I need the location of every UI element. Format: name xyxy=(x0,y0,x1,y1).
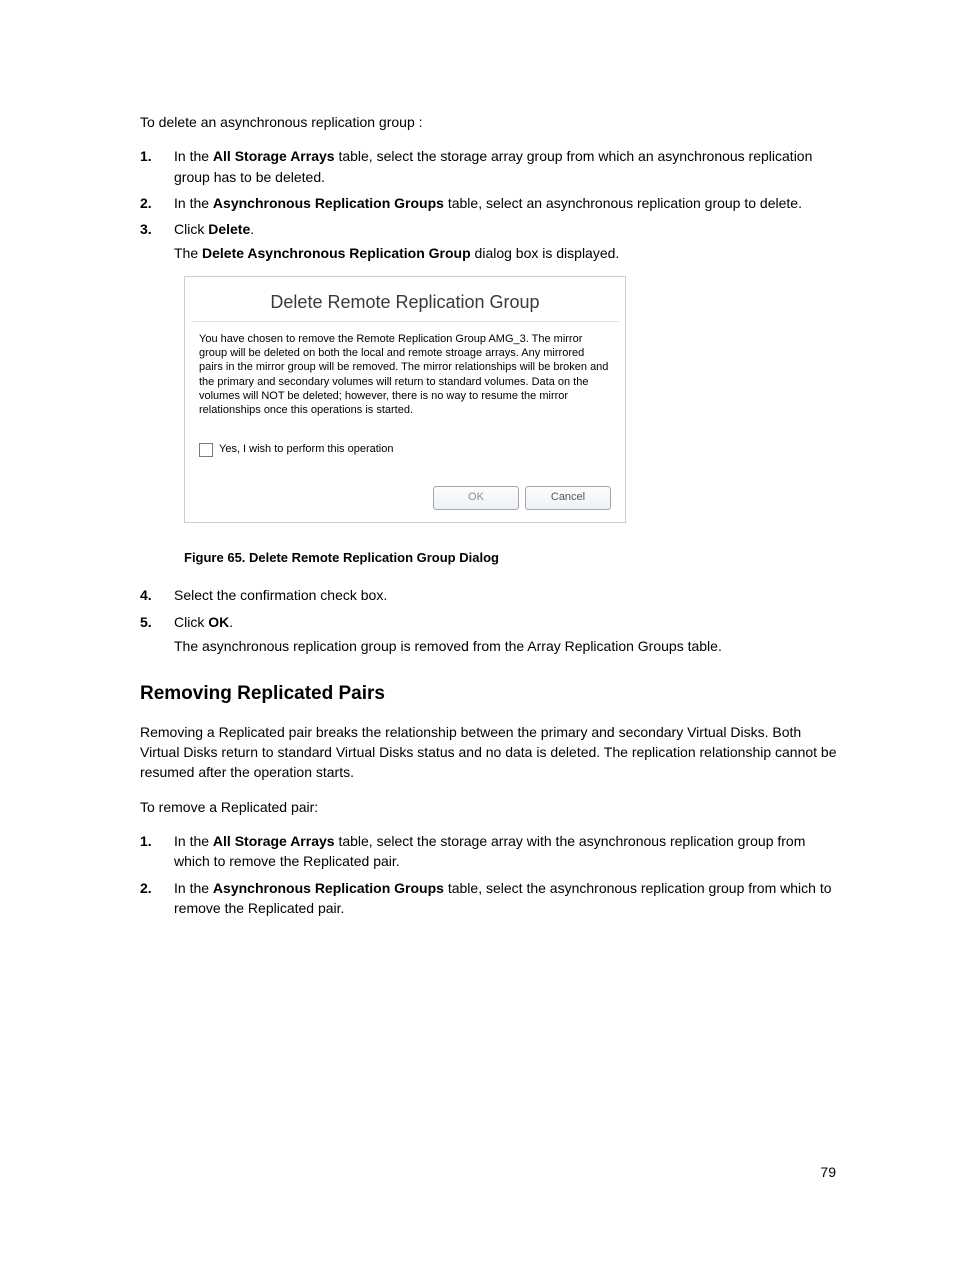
step-text-bold: All Storage Arrays xyxy=(213,148,335,164)
list-item: In the Asynchronous Replication Groups t… xyxy=(140,878,840,919)
divider xyxy=(191,321,619,322)
confirm-checkbox-row: Yes, I wish to perform this operation xyxy=(185,418,625,462)
step-text-pre: In the xyxy=(174,195,213,211)
step-text-pre: Click xyxy=(174,221,208,237)
figure-caption: Figure 65. Delete Remote Replication Gro… xyxy=(184,549,840,568)
step-text-bold: OK xyxy=(208,614,229,630)
step-text-pre: In the xyxy=(174,880,213,896)
dialog-title: Delete Remote Replication Group xyxy=(185,277,625,321)
step-text-bold: All Storage Arrays xyxy=(213,833,335,849)
delete-steps-list-continued: Select the confirmation check box. Click… xyxy=(140,585,840,656)
list-item: In the Asynchronous Replication Groups t… xyxy=(140,193,840,213)
list-item: In the All Storage Arrays table, select … xyxy=(140,831,840,872)
list-item: Click Delete. The Delete Asynchronous Re… xyxy=(140,219,840,264)
step-text-bold: Asynchronous Replication Groups xyxy=(213,195,444,211)
delete-steps-list: In the All Storage Arrays table, select … xyxy=(140,146,840,263)
step-result: The Delete Asynchronous Replication Grou… xyxy=(174,243,840,263)
step-text-post: . xyxy=(229,614,233,630)
page-number: 79 xyxy=(820,1162,836,1182)
section-paragraph: Removing a Replicated pair breaks the re… xyxy=(140,722,840,783)
dialog-screenshot: Delete Remote Replication Group You have… xyxy=(184,276,626,523)
document-page: To delete an asynchronous replication gr… xyxy=(0,0,954,1268)
dialog-body-text: You have chosen to remove the Remote Rep… xyxy=(185,332,625,418)
step-text-pre: Click xyxy=(174,614,208,630)
remove-intro: To remove a Replicated pair: xyxy=(140,797,840,817)
step-result: The asynchronous replication group is re… xyxy=(174,636,840,656)
dialog-button-row: OK Cancel xyxy=(185,462,625,510)
step-text-bold: Asynchronous Replication Groups xyxy=(213,880,444,896)
step-text-post: table, select an asynchronous replicatio… xyxy=(444,195,802,211)
intro-paragraph: To delete an asynchronous replication gr… xyxy=(140,112,840,132)
checkbox-label: Yes, I wish to perform this operation xyxy=(219,442,393,458)
step-result-bold: Delete Asynchronous Replication Group xyxy=(202,245,471,261)
remove-steps-list: In the All Storage Arrays table, select … xyxy=(140,831,840,918)
list-item: Select the confirmation check box. xyxy=(140,585,840,605)
cancel-button[interactable]: Cancel xyxy=(525,486,611,510)
step-text-bold: Delete xyxy=(208,221,250,237)
list-item: Click OK. The asynchronous replication g… xyxy=(140,612,840,657)
step-result-post: dialog box is displayed. xyxy=(471,245,620,261)
step-text-pre: In the xyxy=(174,148,213,164)
step-result-pre: The xyxy=(174,245,202,261)
step-text-pre: In the xyxy=(174,833,213,849)
list-item: In the All Storage Arrays table, select … xyxy=(140,146,840,187)
section-heading: Removing Replicated Pairs xyxy=(140,680,840,708)
step-text-post: . xyxy=(250,221,254,237)
checkbox-icon[interactable] xyxy=(199,443,213,457)
step-text-pre: Select the confirmation check box. xyxy=(174,587,387,603)
ok-button[interactable]: OK xyxy=(433,486,519,510)
